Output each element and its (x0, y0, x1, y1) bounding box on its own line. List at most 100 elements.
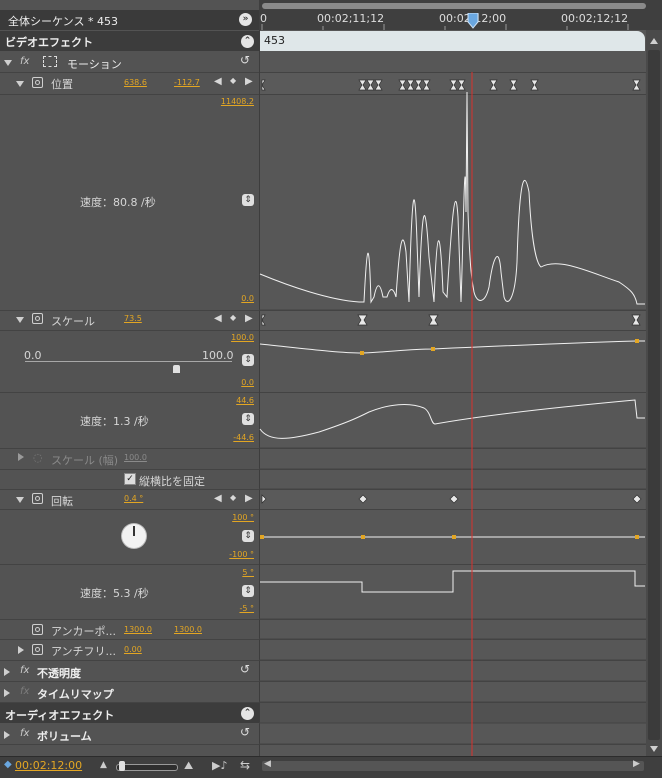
position-x-value[interactable]: 638.6 (124, 78, 147, 87)
scale-expand-icon[interactable] (16, 317, 24, 323)
current-timecode[interactable]: 00:02:12:00 (15, 759, 82, 772)
scale-slider-track[interactable] (25, 361, 232, 362)
zoom-out-icon[interactable]: ▲ (100, 760, 107, 770)
position-label: 位置 (51, 78, 73, 91)
sequence-title[interactable]: 全体シーケンス * 453 (8, 13, 118, 29)
scroll-thumb[interactable] (648, 50, 660, 740)
antiflicker-value[interactable]: 0.00 (124, 645, 142, 654)
anchor-x-value[interactable]: 1300.0 (124, 625, 152, 634)
time-remap-label: タイムリマップ (37, 688, 114, 701)
scale-width-expand-icon[interactable] (18, 453, 24, 461)
scale-fit-button[interactable]: ⇕ (242, 354, 254, 366)
position-stopwatch-icon[interactable] (32, 77, 43, 88)
opacity-label: 不透明度 (37, 667, 81, 680)
scale-graph-min[interactable]: 0.0 (214, 378, 254, 387)
rotation-speed-max[interactable]: 5 ° (214, 568, 254, 577)
uniform-scale-checkbox[interactable]: ✓ (124, 473, 136, 485)
ruler-ticks-graphic (261, 24, 629, 30)
anchor-y-value[interactable]: 1300.0 (174, 625, 202, 634)
scale-stopwatch-icon[interactable] (32, 313, 43, 324)
rotation-speed-label: 速度：5.3 /秒 (80, 587, 149, 600)
zoom-slider-track[interactable] (116, 764, 178, 771)
loop-playback-icon[interactable]: ⇆ (240, 758, 250, 772)
scale-graph-max[interactable]: 100.0 (214, 333, 254, 342)
scale-speed-max[interactable]: 44.6 (214, 396, 254, 405)
rotation-prev-keyframe-icon[interactable]: ◀ (214, 493, 222, 504)
scale-speed-label: 速度：1.3 /秒 (80, 415, 149, 428)
opacity-expand-icon[interactable] (4, 668, 10, 676)
scale-width-stopwatch-icon: ◌ (33, 451, 43, 464)
scale-value[interactable]: 73.5 (124, 314, 142, 323)
position-expand-icon[interactable] (16, 81, 24, 87)
rotation-graph-max[interactable]: 100 ° (214, 513, 254, 522)
motion-reset-icon[interactable]: ↺ (240, 53, 250, 67)
collapse-audio-effects-icon[interactable]: ⌃ (241, 707, 254, 720)
antiflicker-stopwatch-icon[interactable] (32, 644, 43, 655)
rotation-fit-button[interactable]: ⇕ (242, 530, 254, 542)
position-speed-label: 速度：80.8 /秒 (80, 196, 156, 209)
clip-name: 453 (264, 34, 285, 47)
scale-add-keyframe-icon[interactable]: ◆ (230, 313, 236, 322)
rotation-expand-icon[interactable] (16, 497, 24, 503)
volume-label: ボリューム (37, 730, 92, 743)
motion-transform-icon[interactable] (43, 56, 57, 67)
video-effects-label: ビデオエフェクト (5, 36, 93, 49)
scale-slider-thumb[interactable] (173, 365, 180, 373)
horizontal-scrollbar[interactable] (262, 761, 644, 771)
rotation-value[interactable]: 0.4 ° (124, 494, 143, 503)
position-fit-button[interactable]: ⇕ (242, 194, 254, 206)
opacity-reset-icon[interactable]: ↺ (240, 662, 250, 676)
zoom-in-icon[interactable]: ⛰ (184, 759, 193, 773)
rotation-speed-curve[interactable] (260, 570, 645, 593)
scale-value-curve[interactable] (259, 340, 645, 354)
motion-expand-icon[interactable] (4, 60, 12, 66)
audio-effects-label: オーディオエフェクト (5, 709, 115, 722)
position-y-value[interactable]: -112.7 (174, 78, 200, 87)
position-graph-max[interactable]: 11408.2 (214, 97, 254, 106)
scroll-right-arrow[interactable]: ▶ (633, 759, 640, 769)
rotation-speed-min[interactable]: -5 ° (214, 604, 254, 613)
scale-value-keyframes[interactable] (360, 339, 639, 355)
play-only-clip-button[interactable]: » (239, 13, 252, 26)
scale-label: スケール (51, 315, 95, 328)
scale-prev-keyframe-icon[interactable]: ◀ (214, 313, 222, 324)
collapse-video-effects-icon[interactable]: ⌃ (241, 35, 254, 48)
rotation-dial-needle (133, 526, 135, 536)
rotation-speed-fit-button[interactable]: ⇕ (242, 585, 254, 597)
volume-fx-badge-icon[interactable]: fx (20, 728, 29, 739)
position-prev-keyframe-icon[interactable]: ◀ (214, 76, 222, 87)
position-add-keyframe-icon[interactable]: ◆ (230, 76, 236, 85)
playhead-small-icon: ◆ (4, 759, 12, 770)
rotation-stopwatch-icon[interactable] (32, 493, 43, 504)
uniform-scale-label: 縦横比を固定 (139, 475, 205, 488)
clip-bar[interactable] (260, 31, 645, 51)
volume-reset-icon[interactable]: ↺ (240, 725, 250, 739)
scroll-left-arrow[interactable]: ◀ (264, 759, 271, 769)
scale-speed-fit-button[interactable]: ⇕ (242, 413, 254, 425)
scroll-down-arrow[interactable] (650, 746, 658, 752)
position-next-keyframe-icon[interactable]: ▶ (245, 76, 253, 87)
fx-badge-icon[interactable]: fx (20, 56, 29, 67)
volume-expand-icon[interactable] (4, 731, 10, 739)
antiflicker-label: アンチフリ... (51, 645, 117, 658)
rotation-graph-min[interactable]: -100 ° (214, 550, 254, 559)
anchor-stopwatch-icon[interactable] (32, 624, 43, 635)
anchor-label: アンカーポ... (51, 625, 117, 638)
playhead-handle[interactable] (466, 13, 480, 30)
position-speed-curve[interactable] (259, 91, 645, 305)
rotation-add-keyframe-icon[interactable]: ◆ (230, 493, 236, 502)
scale-width-label: スケール (幅) (51, 454, 119, 467)
audio-scrub-icon[interactable]: ▶♪ (212, 759, 227, 772)
motion-label: モーション (67, 58, 122, 71)
antiflicker-expand-icon[interactable] (18, 646, 24, 654)
opacity-fx-badge-icon[interactable]: fx (20, 665, 29, 676)
scroll-up-arrow[interactable] (650, 38, 658, 44)
rotation-next-keyframe-icon[interactable]: ▶ (245, 493, 253, 504)
scale-next-keyframe-icon[interactable]: ▶ (245, 313, 253, 324)
position-graph-min[interactable]: 0.0 (214, 294, 254, 303)
zoom-slider-thumb[interactable] (119, 761, 125, 771)
scale-speed-min[interactable]: -44.6 (214, 433, 254, 442)
scale-speed-curve[interactable] (259, 399, 645, 439)
time-remap-expand-icon[interactable] (4, 689, 10, 697)
ruler-scroll-bar[interactable] (262, 3, 646, 9)
